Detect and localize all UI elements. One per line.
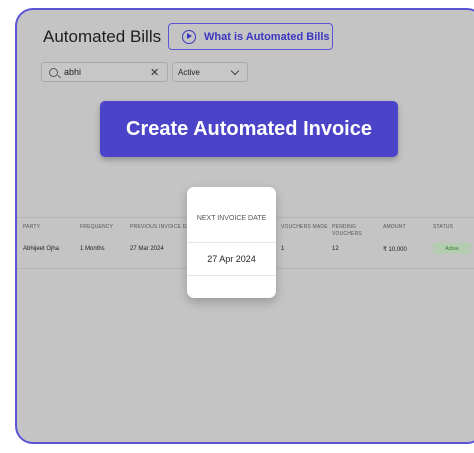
next-invoice-date-highlight: NEXT INVOICE DATE 27 Apr 2024 [187, 187, 276, 298]
column-header-pending-vouchers: PENDING VOUCHERS [332, 224, 362, 237]
chevron-down-icon [230, 66, 240, 76]
create-automated-invoice-button[interactable]: Create Automated Invoice [100, 101, 398, 157]
cell-pending-vouchers: 12 [332, 246, 339, 252]
column-header-frequency: FREQUENCY [80, 224, 114, 230]
cell-frequency: 1 Months [80, 246, 105, 252]
search-input[interactable] [64, 67, 146, 77]
page-title: Automated Bills [43, 27, 162, 46]
status-select[interactable]: Active [172, 62, 248, 82]
column-header-amount: AMOUNT [383, 224, 406, 230]
divider [187, 242, 276, 243]
play-icon [182, 29, 196, 44]
search-icon [49, 67, 58, 77]
divider [187, 275, 276, 276]
cell-party: Abhijeet Ojha [23, 246, 60, 252]
cell-next-invoice-date: 27 Apr 2024 [207, 254, 256, 264]
status-select-value: Active [178, 67, 200, 77]
search-box[interactable]: ✕ [41, 62, 168, 82]
column-header-status: STATUS [433, 224, 454, 230]
cell-amount: ₹ 10,000 [383, 247, 407, 253]
help-button-label: What is Automated Bills [204, 30, 330, 43]
cell-vouchers-made: 1 [281, 246, 285, 252]
column-header-party: PARTY [23, 224, 41, 230]
what-is-automated-bills-button[interactable]: What is Automated Bills [168, 23, 333, 50]
cell-previous-invoice-date: 27 Mar 2024 [130, 246, 164, 252]
column-header-next-invoice-date: NEXT INVOICE DATE [196, 215, 267, 222]
close-icon[interactable]: ✕ [150, 66, 159, 79]
column-header-vouchers-made: VOUCHERS MADE [281, 224, 328, 230]
status-badge: Active [433, 243, 471, 254]
